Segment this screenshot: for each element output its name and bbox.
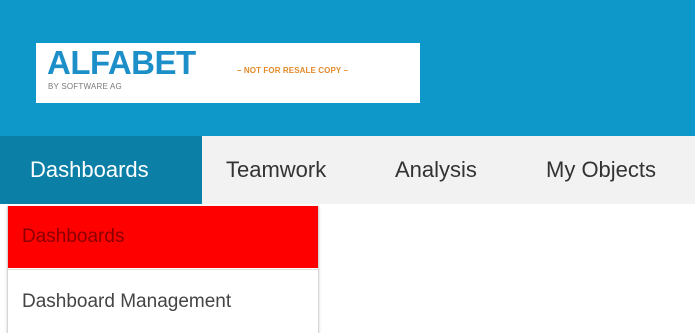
dashboards-dropdown-menu: Dashboards Dashboard Management: [7, 206, 319, 333]
dropdown-item-dashboards[interactable]: Dashboards: [8, 206, 318, 268]
menu-item-analysis[interactable]: Analysis: [372, 136, 519, 204]
app-window: ALFABET BY SOFTWARE AG – NOT FOR RESALE …: [0, 0, 695, 333]
dropdown-item-dashboard-management[interactable]: Dashboard Management: [8, 271, 318, 333]
logo-wordmark: ALFABET: [47, 44, 196, 81]
header-bar: ALFABET BY SOFTWARE AG – NOT FOR RESALE …: [0, 0, 695, 136]
menu-item-my-objects[interactable]: My Objects: [519, 136, 695, 204]
main-menu-bar: Dashboards Teamwork Analysis My Objects: [0, 136, 695, 204]
logo-byline: BY SOFTWARE AG: [48, 82, 122, 91]
menu-item-dashboards[interactable]: Dashboards: [0, 136, 202, 204]
menu-item-teamwork[interactable]: Teamwork: [202, 136, 372, 204]
dropdown-divider: [8, 269, 318, 270]
logo-tagline: – NOT FOR RESALE COPY –: [237, 66, 349, 75]
brand-logo[interactable]: ALFABET BY SOFTWARE AG – NOT FOR RESALE …: [36, 43, 420, 103]
